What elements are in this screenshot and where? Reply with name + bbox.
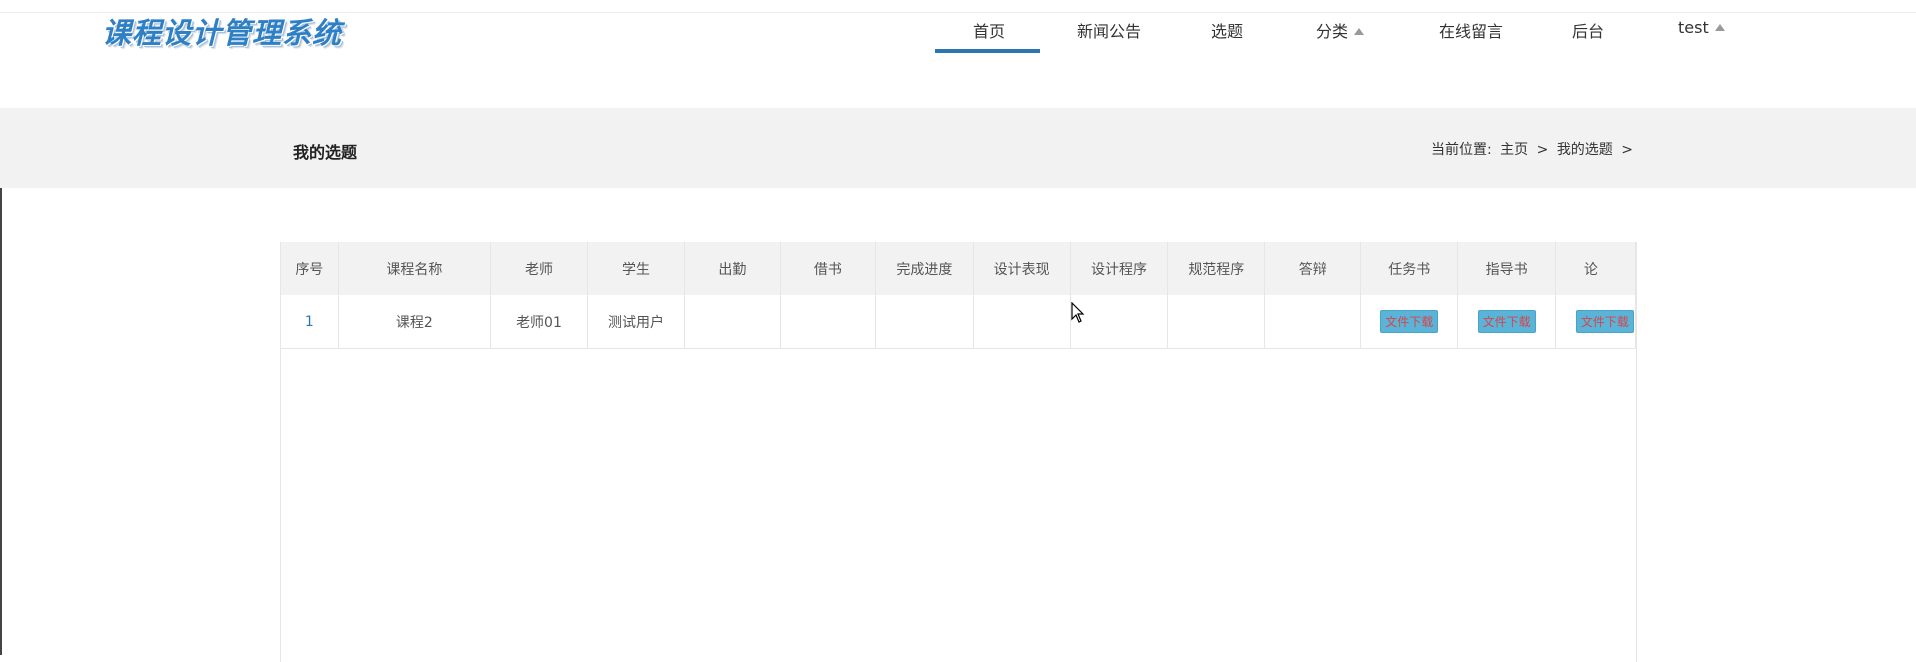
cell-guide-book: 文件下载: [1457, 295, 1556, 349]
nav-messages-label: 在线留言: [1439, 22, 1504, 41]
nav-news-label: 新闻公告: [1077, 22, 1142, 41]
breadcrumb-separator: >: [1536, 142, 1549, 158]
table-header-row: 序号 课程名称 老师 学生 出勤 借书 完成进度 设计表现 设计程序 规范程序 …: [281, 242, 1636, 295]
breadcrumb-separator: >: [1621, 142, 1633, 158]
paper-download-button[interactable]: 文件下载: [1575, 310, 1634, 333]
cell-student: 测试用户: [587, 295, 686, 349]
site-logo[interactable]: 课程设计管理系统: [102, 10, 342, 52]
table-row: 1 课程2 老师01 测试用户 文件下载 文件下载 文件下载: [281, 295, 1636, 349]
nav-active-indicator: [935, 49, 1040, 53]
guide-book-download-button[interactable]: 文件下载: [1477, 310, 1536, 333]
col-header: 论: [1555, 242, 1636, 295]
cell-borrow: [780, 295, 877, 349]
cell-standard: [1167, 295, 1266, 349]
caret-up-icon: [1354, 28, 1365, 35]
nav-home[interactable]: 首页: [973, 18, 1005, 42]
nav-messages[interactable]: 在线留言: [1439, 18, 1503, 42]
col-header: 指导书: [1457, 242, 1556, 295]
cell-performance: [973, 295, 1071, 349]
topics-table-panel: 序号 课程名称 老师 学生 出勤 借书 完成进度 设计表现 设计程序 规范程序 …: [280, 242, 1637, 662]
cell-progress: [875, 295, 974, 349]
breadcrumb-prefix: 当前位置:: [1431, 142, 1492, 158]
nav-category-label: 分类: [1316, 22, 1349, 41]
nav-user-menu[interactable]: test: [1678, 18, 1725, 37]
col-header: 老师: [490, 242, 588, 295]
cell-attendance: [684, 295, 781, 349]
col-header: 任务书: [1360, 242, 1459, 295]
nav-category[interactable]: 分类: [1316, 18, 1365, 42]
cell-course: 课程2: [338, 295, 492, 349]
task-book-download-button[interactable]: 文件下载: [1380, 310, 1439, 333]
col-header: 设计表现: [973, 242, 1071, 295]
col-header: 序号: [281, 242, 339, 295]
mouse-cursor-icon: [1071, 301, 1085, 328]
col-header: 借书: [780, 242, 877, 295]
topics-table: 序号 课程名称 老师 学生 出勤 借书 完成进度 设计表现 设计程序 规范程序 …: [281, 242, 1636, 349]
col-header: 规范程序: [1167, 242, 1266, 295]
col-header: 课程名称: [338, 242, 492, 295]
breadcrumb-current[interactable]: 我的选题: [1557, 142, 1613, 158]
breadcrumb: 当前位置: 主页 > 我的选题 >: [1431, 139, 1637, 159]
cell-defense: [1264, 295, 1361, 349]
nav-news[interactable]: 新闻公告: [1077, 18, 1141, 42]
col-header: 出勤: [684, 242, 781, 295]
col-header: 完成进度: [875, 242, 974, 295]
col-header: 设计程序: [1070, 242, 1169, 295]
caret-up-icon: [1714, 24, 1725, 31]
nav-home-label: 首页: [973, 22, 1006, 41]
nav-topics[interactable]: 选题: [1211, 18, 1243, 42]
cell-teacher: 老师01: [490, 295, 588, 349]
cell-task-book: 文件下载: [1360, 295, 1459, 349]
col-header: 答辩: [1264, 242, 1361, 295]
page-title: 我的选题: [293, 143, 358, 162]
nav-admin[interactable]: 后台: [1572, 18, 1604, 42]
top-header: 课程设计管理系统 首页 新闻公告 选题 分类 在线留言 后台 test: [0, 0, 1916, 108]
nav-admin-label: 后台: [1572, 22, 1605, 41]
nav-topics-label: 选题: [1211, 22, 1244, 41]
cell-index: 1: [281, 295, 339, 349]
nav-user-label: test: [1678, 18, 1709, 37]
col-header: 学生: [587, 242, 686, 295]
cell-paper: 文件下载: [1555, 295, 1636, 349]
breadcrumb-home[interactable]: 主页: [1500, 142, 1528, 158]
